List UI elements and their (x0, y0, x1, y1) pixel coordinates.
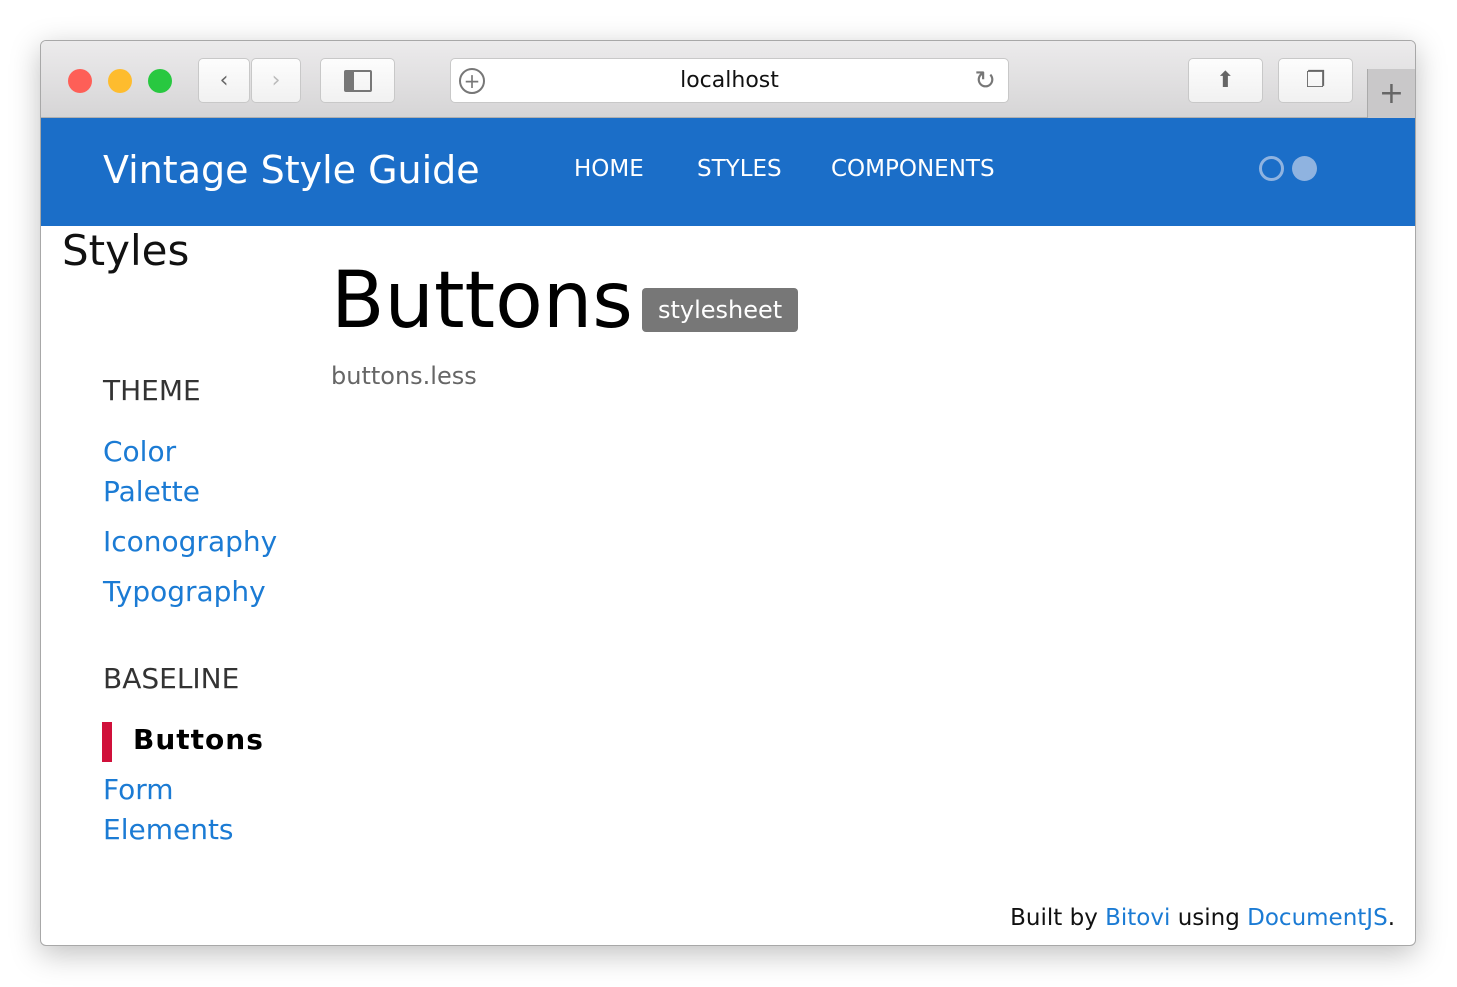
sidebar-toggle-button[interactable] (320, 58, 395, 103)
add-icon[interactable]: + (459, 67, 485, 94)
minimize-button[interactable] (108, 69, 132, 93)
footer-text: using (1170, 905, 1248, 931)
browser-window: ‹ › + localhost ↻ ⬆ ❐ + Vintage Style Gu… (40, 40, 1416, 946)
tabs-icon: ❐ (1305, 68, 1326, 93)
sidebar-item-buttons[interactable]: Buttons (133, 720, 264, 760)
reload-icon[interactable]: ↻ (974, 66, 996, 96)
stylesheet-badge: stylesheet (642, 288, 799, 332)
forward-button[interactable]: › (251, 58, 301, 103)
nav-styles[interactable]: STYLES (697, 156, 782, 182)
address-bar[interactable]: + localhost ↻ (450, 58, 1009, 103)
share-button[interactable]: ⬆ (1188, 58, 1263, 103)
theme-toggle-on[interactable] (1292, 156, 1317, 181)
footer: Built by Bitovi using DocumentJS. (1010, 905, 1395, 931)
active-indicator (102, 722, 112, 762)
share-icon: ⬆ (1216, 68, 1235, 93)
documentjs-link[interactable]: DocumentJS (1247, 905, 1388, 931)
section-heading-theme: THEME (103, 374, 201, 407)
nav-components[interactable]: COMPONENTS (831, 156, 995, 182)
sidebar-item-color-palette[interactable]: Color Palette (103, 432, 223, 512)
nav-home[interactable]: HOME (574, 156, 644, 182)
sidebar-item-iconography[interactable]: Iconography (103, 522, 277, 562)
browser-toolbar: ‹ › + localhost ↻ ⬆ ❐ + (41, 41, 1415, 118)
page-title: Buttons (331, 256, 633, 346)
footer-text: . (1387, 905, 1395, 931)
sidebar-title: Styles (62, 226, 190, 275)
chevron-right-icon: › (271, 68, 281, 93)
top-nav: Vintage Style Guide HOME STYLES COMPONEN… (41, 118, 1415, 226)
sidebar: Styles THEME (62, 226, 189, 275)
sidebar-item-form-elements[interactable]: Form Elements (103, 770, 243, 850)
new-tab-button[interactable]: + (1367, 69, 1415, 118)
sidebar-icon (343, 69, 372, 92)
sidebar-item-typography[interactable]: Typography (103, 572, 266, 612)
footer-text: Built by (1010, 905, 1106, 931)
theme-toggle-off[interactable] (1259, 156, 1284, 181)
close-button[interactable] (68, 69, 92, 93)
bitovi-link[interactable]: Bitovi (1105, 905, 1170, 931)
tabs-button[interactable]: ❐ (1278, 58, 1353, 103)
plus-icon: + (1378, 76, 1405, 111)
maximize-button[interactable] (148, 69, 172, 93)
url-text: localhost (680, 68, 779, 93)
chevron-left-icon: ‹ (219, 68, 229, 93)
brand[interactable]: Vintage Style Guide (103, 148, 480, 192)
back-button[interactable]: ‹ (198, 58, 250, 103)
section-heading-baseline: BASELINE (103, 662, 240, 695)
file-name: buttons.less (331, 362, 477, 390)
